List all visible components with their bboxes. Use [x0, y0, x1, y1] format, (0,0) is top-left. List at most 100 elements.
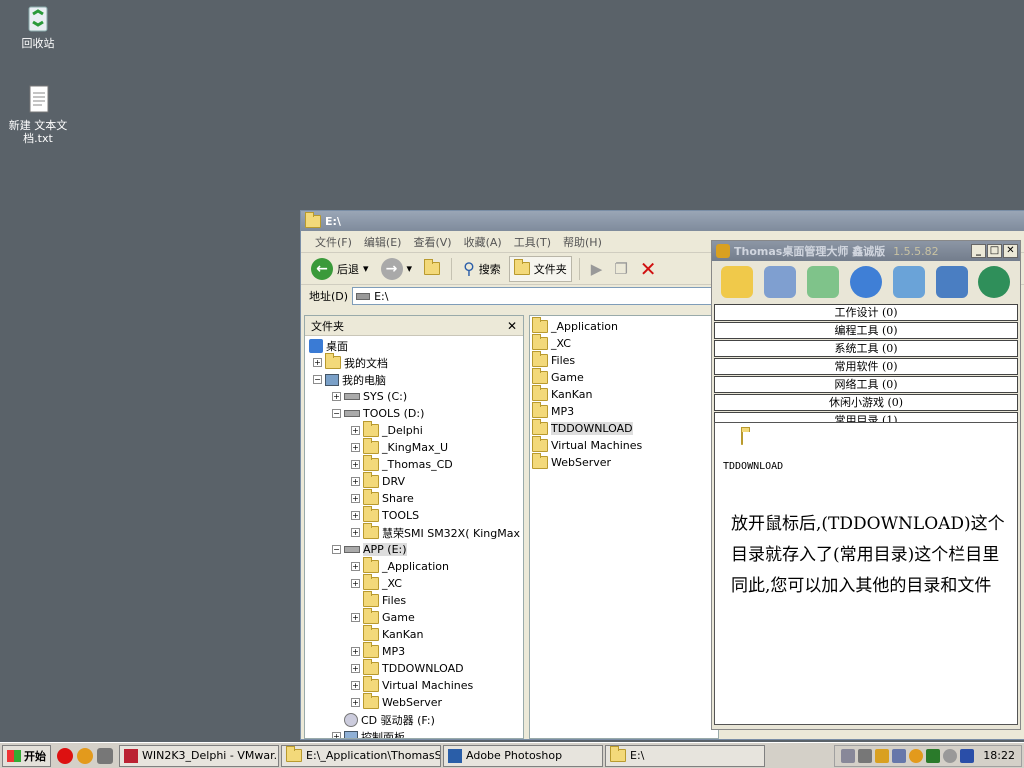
collapse-icon[interactable]: −	[332, 545, 341, 554]
category-casual-games[interactable]: 休闲小游戏 (0)	[714, 394, 1018, 411]
tree-item-sys-c[interactable]: + SYS (C:)	[332, 388, 407, 405]
start-button[interactable]: 开始	[2, 744, 51, 767]
document-icon[interactable]	[935, 266, 968, 298]
search-button[interactable]: ⚲ 搜索	[459, 256, 505, 282]
expand-icon[interactable]: +	[351, 613, 360, 622]
list-item[interactable]: WebServer	[532, 453, 611, 471]
folders-button[interactable]: 文件夹	[508, 255, 572, 282]
tree-item-tools[interactable]: + TOOLS	[351, 506, 419, 524]
tree-item-virtual-machines[interactable]: + Virtual Machines	[351, 676, 473, 694]
tree-item-thomas-cd[interactable]: + _Thomas_CD	[351, 455, 453, 473]
thomas-tray-icon[interactable]	[875, 748, 890, 763]
globe-icon[interactable]	[978, 266, 1011, 298]
list-item[interactable]: _Application	[532, 317, 618, 335]
tree-item-kingmax-u[interactable]: + _KingMax_U	[351, 438, 448, 456]
close-icon[interactable]: ✕	[507, 319, 517, 333]
expand-icon[interactable]: +	[332, 392, 341, 401]
status-tray-icon[interactable]	[926, 748, 941, 763]
expand-icon[interactable]: +	[351, 460, 360, 469]
list-item[interactable]: Files	[532, 351, 575, 369]
up-folder-button[interactable]	[420, 256, 444, 282]
desktop-icon-recycle-bin[interactable]: 回收站	[0, 2, 76, 50]
my-computer-icon[interactable]	[892, 266, 925, 298]
menu-edit[interactable]: 编辑(E)	[358, 234, 408, 250]
expand-icon[interactable]: +	[351, 681, 360, 690]
menu-file[interactable]: 文件(F)	[309, 234, 358, 250]
opera-icon[interactable]	[57, 747, 73, 764]
expand-icon[interactable]: +	[313, 358, 322, 367]
minimize-button[interactable]: _	[971, 244, 986, 258]
move-to-button[interactable]: ▶	[587, 256, 607, 282]
task-explorer-application[interactable]: E:\_Application\ThomasS...	[281, 744, 441, 767]
task-vmware[interactable]: WIN2K3_Delphi - VMwar...	[119, 744, 279, 767]
expand-icon[interactable]: +	[351, 698, 360, 707]
expand-icon[interactable]: +	[351, 477, 360, 486]
expand-icon[interactable]: +	[351, 443, 360, 452]
list-item[interactable]: MP3	[532, 402, 574, 420]
back-button[interactable]: ← 后退 ▾	[307, 256, 373, 282]
category-common-software[interactable]: 常用软件 (0)	[714, 358, 1018, 375]
tree-item-cd-f[interactable]: CD 驱动器 (F:)	[332, 711, 435, 728]
address-input[interactable]: E:\	[352, 287, 713, 305]
expand-icon[interactable]: +	[351, 494, 360, 503]
expand-icon[interactable]: +	[351, 562, 360, 571]
collapse-icon[interactable]: −	[332, 409, 341, 418]
tree-item-mp3[interactable]: + MP3	[351, 642, 405, 660]
tree-item-application[interactable]: + _Application	[351, 557, 449, 575]
expand-icon[interactable]: +	[351, 511, 360, 520]
list-item[interactable]: KanKan	[532, 385, 592, 403]
list-item[interactable]: _XC	[532, 334, 571, 352]
category-programming-tools[interactable]: 编程工具 (0)	[714, 322, 1018, 339]
menu-favorites[interactable]: 收藏(A)	[458, 234, 508, 250]
maximize-button[interactable]: □	[987, 244, 1002, 258]
tree-item-tools-d[interactable]: − TOOLS (D:)	[332, 405, 424, 422]
antivirus-icon[interactable]	[960, 748, 975, 763]
recycle-icon[interactable]	[807, 266, 840, 298]
category-network-tools[interactable]: 网络工具 (0)	[714, 376, 1018, 393]
expand-icon[interactable]: +	[351, 664, 360, 673]
tree-item-xc[interactable]: + _XC	[351, 574, 402, 592]
close-button[interactable]: ✕	[1003, 244, 1018, 258]
network-computers-icon[interactable]	[764, 266, 797, 298]
expand-icon[interactable]: +	[351, 579, 360, 588]
tree-item-webserver[interactable]: + WebServer	[351, 693, 442, 711]
tree-item-my-computer[interactable]: − 我的电脑	[313, 371, 386, 388]
open-folder-icon[interactable]	[721, 266, 754, 298]
disk-tray-icon[interactable]	[943, 748, 958, 763]
category-work-design[interactable]: 工作设计 (0)	[714, 304, 1018, 321]
tree-item-tddownload[interactable]: + TDDOWNLOAD	[351, 659, 464, 677]
menu-view[interactable]: 查看(V)	[407, 234, 457, 250]
network-icon[interactable]	[841, 748, 856, 763]
menu-help[interactable]: 帮助(H)	[557, 234, 608, 250]
media-player-icon[interactable]	[77, 747, 93, 764]
tree-item-delphi[interactable]: + _Delphi	[351, 421, 423, 439]
category-system-tools[interactable]: 系统工具 (0)	[714, 340, 1018, 357]
internet-explorer-icon[interactable]	[849, 266, 882, 298]
expand-icon[interactable]: +	[332, 732, 341, 738]
tddownload-shortcut[interactable]	[741, 430, 765, 449]
expand-icon[interactable]: +	[351, 528, 360, 537]
collapse-icon[interactable]: −	[313, 375, 322, 384]
delete-button[interactable]: ✕	[636, 256, 661, 282]
tree-item-smi[interactable]: + 慧荣SMI SM32X( KingMax 4(	[351, 523, 523, 541]
tree-item-my-documents[interactable]: + 我的文档	[313, 353, 388, 371]
thomas-titlebar[interactable]: Thomas桌面管理大师 鑫诚版 1.5.5.82 _ □ ✕	[712, 241, 1020, 261]
task-photoshop[interactable]: Adobe Photoshop	[443, 744, 603, 767]
tree-item-app-e[interactable]: − APP (E:)	[332, 541, 407, 558]
desktop-icon-text-file[interactable]: 新建 文本文档.txt	[0, 84, 76, 145]
expand-icon[interactable]: +	[351, 647, 360, 656]
volume-icon[interactable]	[892, 748, 907, 763]
tree-item-files[interactable]: Files	[351, 591, 406, 609]
tree-item-control-panel[interactable]: + 控制面板	[332, 728, 405, 738]
list-item[interactable]: Game	[532, 368, 584, 386]
list-item[interactable]: Virtual Machines	[532, 436, 642, 454]
task-explorer-e[interactable]: E:\	[605, 744, 765, 767]
copy-to-button[interactable]: ❐	[610, 256, 631, 282]
tree-item-desktop[interactable]: 桌面	[309, 337, 348, 354]
list-item-selected[interactable]: TDDOWNLOAD	[532, 419, 633, 437]
forward-button[interactable]: → ▾	[377, 256, 417, 282]
explorer-titlebar[interactable]: E:\	[301, 211, 1024, 231]
book-icon[interactable]	[97, 747, 113, 764]
tree-item-kankan[interactable]: KanKan	[351, 625, 423, 643]
tree-item-game[interactable]: + Game	[351, 608, 415, 626]
